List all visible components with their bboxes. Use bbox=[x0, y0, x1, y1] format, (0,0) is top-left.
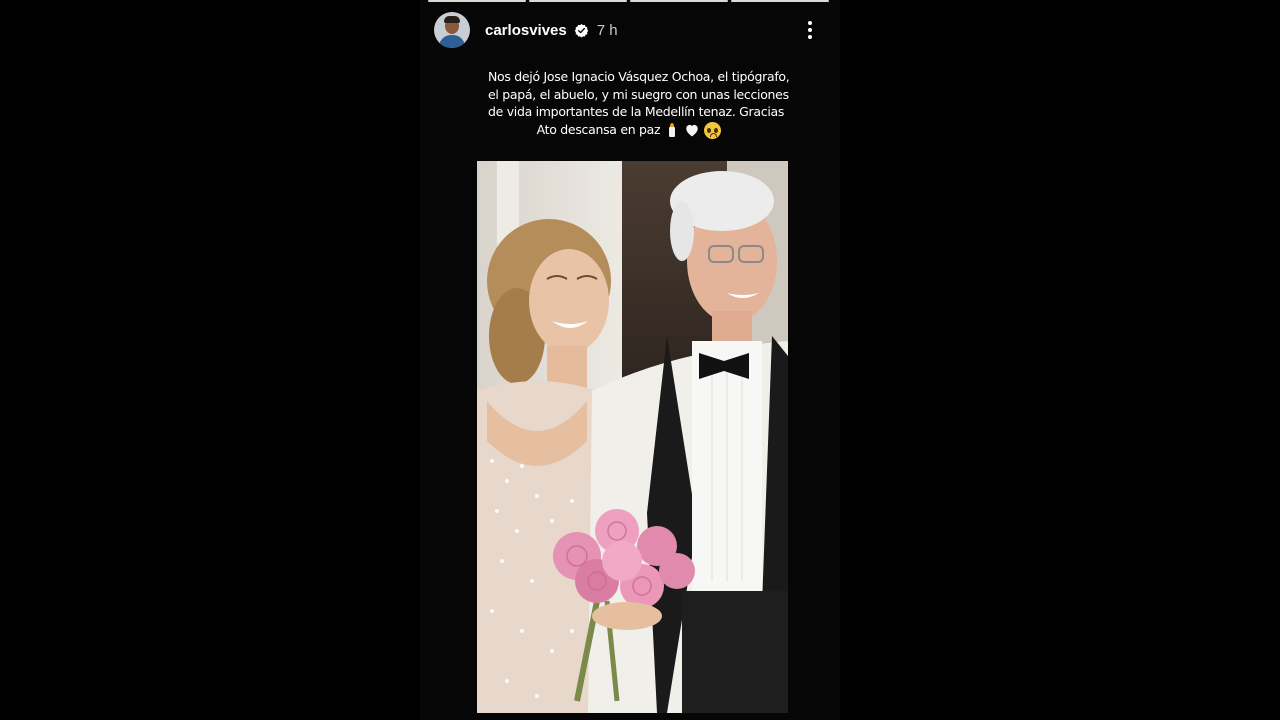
username-link[interactable]: carlosvives bbox=[485, 22, 567, 39]
more-vertical-icon bbox=[808, 21, 812, 25]
caption-last-line: Ato descansa en paz bbox=[488, 121, 770, 139]
caption-line: de vida importantes de la Medellín tenaz… bbox=[488, 104, 785, 119]
story-header: carlosvives 7 h bbox=[434, 10, 826, 50]
story-progress-bar bbox=[428, 0, 829, 2]
avatar[interactable] bbox=[434, 12, 470, 48]
progress-segment bbox=[630, 0, 728, 2]
progress-segment bbox=[428, 0, 526, 2]
caption-line: el papá, el abuelo, y mi suegro con unas… bbox=[488, 86, 789, 102]
caption-line: Nos dejó Jose Ignacio Vásquez Ochoa, el … bbox=[488, 69, 790, 84]
story-photo bbox=[477, 161, 788, 713]
post-time: 7 h bbox=[596, 21, 618, 39]
more-options-button[interactable] bbox=[804, 18, 816, 42]
candle-icon bbox=[668, 123, 676, 137]
pleading-face-icon bbox=[704, 121, 722, 139]
progress-segment bbox=[731, 0, 829, 2]
verified-badge-icon bbox=[574, 23, 588, 37]
story-caption: Nos dejó Jose Ignacio Vásquez Ochoa, el … bbox=[488, 68, 790, 139]
white-heart-icon bbox=[685, 124, 698, 137]
caption-line: Ato descansa en paz bbox=[536, 121, 661, 137]
progress-segment bbox=[529, 0, 627, 2]
